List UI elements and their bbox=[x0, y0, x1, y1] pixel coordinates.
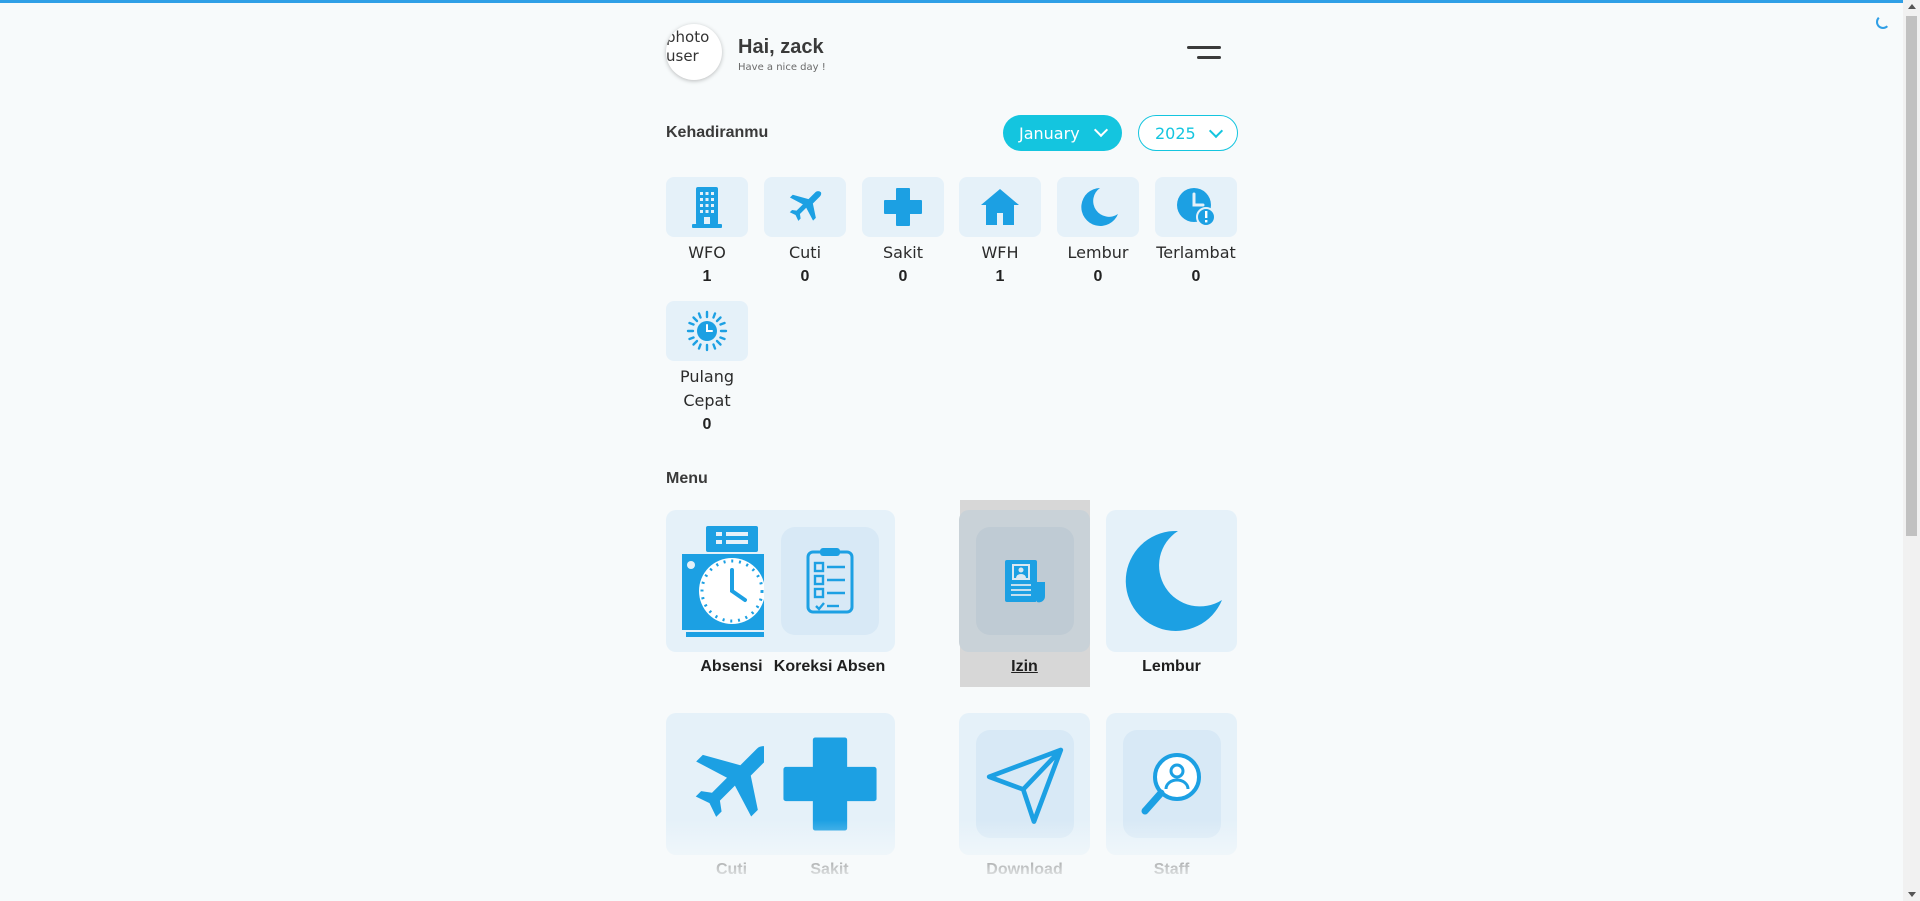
menu-label: Sakit bbox=[810, 861, 849, 878]
stat-pulang-cepat: Pulang Cepat 0 bbox=[666, 301, 748, 437]
menu-label: Download bbox=[986, 861, 1063, 878]
page-scrollbar[interactable] bbox=[1903, 0, 1920, 901]
avatar-alt-text: photo user bbox=[666, 28, 710, 65]
menu-staff[interactable]: Staff bbox=[1106, 713, 1237, 879]
app-container: photo user Hai, zack Have a nice day ! K… bbox=[666, 0, 1238, 901]
stat-label: Pulang Cepat bbox=[679, 367, 735, 410]
menu-label: Koreksi Absen bbox=[773, 658, 886, 675]
stat-label: Sakit bbox=[883, 243, 923, 262]
office-building-icon bbox=[666, 177, 748, 237]
stat-count: 1 bbox=[702, 268, 712, 285]
moon-icon bbox=[1125, 530, 1222, 631]
stat-terlambat: Terlambat 0 bbox=[1155, 177, 1237, 289]
year-value: 2025 bbox=[1155, 123, 1196, 143]
stat-count: 1 bbox=[995, 268, 1005, 285]
sun-clock-icon bbox=[666, 301, 748, 361]
stat-label: Cuti bbox=[788, 243, 822, 262]
scroll-down-arrow-icon[interactable] bbox=[1908, 892, 1916, 897]
menu-label: Staff bbox=[1153, 861, 1190, 878]
medical-cross-icon bbox=[782, 737, 877, 831]
stat-count: 0 bbox=[898, 268, 908, 285]
menu-izin[interactable]: Izin bbox=[959, 510, 1090, 676]
stat-count: 0 bbox=[702, 416, 712, 433]
year-select[interactable]: 2025 bbox=[1138, 115, 1238, 151]
stat-label: Lembur bbox=[1067, 243, 1129, 262]
loading-spinner-icon bbox=[1876, 15, 1890, 29]
stat-label: WFO bbox=[688, 243, 726, 262]
stat-count: 0 bbox=[1191, 268, 1201, 285]
menu-label: Lembur bbox=[1142, 658, 1201, 675]
greeting: Hai, zack bbox=[738, 36, 824, 58]
airplane-icon bbox=[764, 177, 846, 237]
stat-label: WFH bbox=[981, 243, 1019, 262]
paper-plane-icon bbox=[986, 747, 1063, 824]
greeting-subtitle: Have a nice day ! bbox=[738, 62, 826, 73]
stat-sakit: Sakit 0 bbox=[862, 177, 944, 289]
menu-title: Menu bbox=[666, 470, 708, 487]
scroll-up-arrow-icon[interactable] bbox=[1908, 4, 1916, 9]
chevron-down-icon bbox=[1208, 123, 1224, 139]
staff-search-icon bbox=[1141, 753, 1201, 815]
hamburger-menu-icon[interactable] bbox=[1187, 46, 1221, 62]
moon-icon bbox=[1057, 177, 1139, 237]
menu-koreksi-absen[interactable]: Koreksi Absen bbox=[764, 510, 895, 676]
stat-lembur: Lembur 0 bbox=[1057, 177, 1139, 289]
stat-count: 0 bbox=[1093, 268, 1103, 285]
stat-count: 0 bbox=[800, 268, 810, 285]
clock-alert-icon bbox=[1155, 177, 1237, 237]
menu-lembur[interactable]: Lembur bbox=[1106, 510, 1237, 676]
stat-label: Terlambat bbox=[1156, 243, 1236, 262]
permission-document-icon bbox=[1004, 560, 1045, 603]
menu-label: Izin bbox=[1011, 658, 1038, 675]
avatar[interactable]: photo user bbox=[666, 24, 722, 80]
medical-cross-icon bbox=[862, 177, 944, 237]
stat-wfo: WFO 1 bbox=[666, 177, 748, 289]
menu-download[interactable]: Download bbox=[959, 713, 1090, 879]
month-value: January bbox=[1019, 123, 1080, 143]
attendance-title: Kehadiranmu bbox=[666, 124, 769, 141]
chevron-down-icon bbox=[1093, 122, 1109, 138]
stat-cuti: Cuti 0 bbox=[764, 177, 846, 289]
house-icon bbox=[959, 177, 1041, 237]
clipboard-checklist-icon bbox=[806, 548, 853, 614]
stat-wfh: WFH 1 bbox=[959, 177, 1041, 289]
month-select[interactable]: January bbox=[1003, 115, 1122, 151]
scrollbar-thumb[interactable] bbox=[1906, 16, 1917, 536]
menu-sakit[interactable]: Sakit bbox=[764, 713, 895, 879]
